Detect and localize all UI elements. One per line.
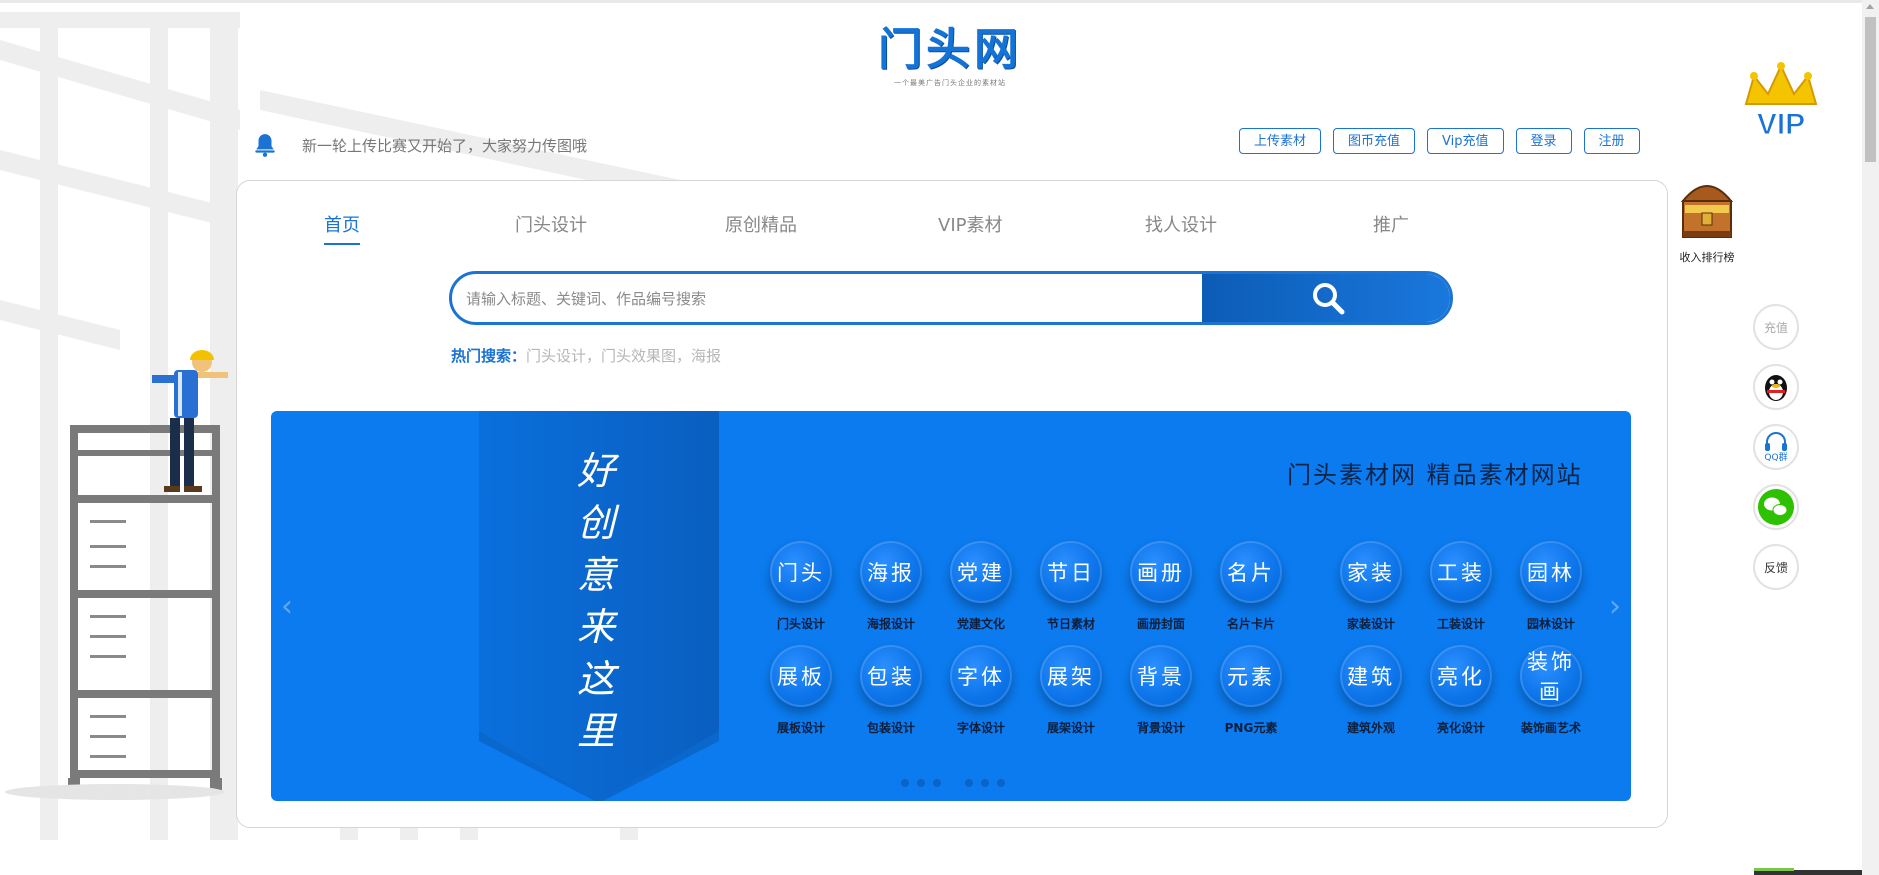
scroll-up-arrow-icon[interactable] xyxy=(1866,4,1874,9)
carousel-dot[interactable] xyxy=(997,779,1005,787)
bottom-toolbar-accent xyxy=(1754,868,1794,871)
vip-badge[interactable]: VIP xyxy=(1738,60,1824,146)
category-circle: 建筑 xyxy=(1340,645,1402,707)
nav-home[interactable]: 首页 xyxy=(324,211,360,245)
category-landscape[interactable]: 园林 园林设计 xyxy=(1496,541,1606,632)
logo-title: 门头网 xyxy=(878,24,1022,75)
category-circle: 党建 xyxy=(950,541,1012,603)
upload-material-button[interactable]: 上传素材 xyxy=(1239,128,1322,154)
nav-vip-materials[interactable]: VIP素材 xyxy=(938,211,1002,237)
carousel-dot[interactable] xyxy=(901,779,909,787)
qq-contact-button[interactable] xyxy=(1753,364,1799,410)
category-circle: 名片 xyxy=(1220,541,1282,603)
announcement-text: 新一轮上传比赛又开始了，大家努力传图哦 xyxy=(302,136,588,155)
category-circle: 海报 xyxy=(860,541,922,603)
category-circle: 园林 xyxy=(1520,541,1582,603)
search-button[interactable] xyxy=(1202,274,1450,322)
category-label: 装饰画艺术 xyxy=(1520,721,1581,735)
category-circle: 亮化 xyxy=(1430,645,1492,707)
carousel-dot[interactable] xyxy=(933,779,941,787)
nav-find-designer[interactable]: 找人设计 xyxy=(1145,211,1217,237)
category-circle: 展板 xyxy=(770,645,832,707)
scrollbar-thumb[interactable] xyxy=(1865,17,1876,162)
category-circle: 背景 xyxy=(1130,645,1192,707)
search-input[interactable] xyxy=(452,274,1218,322)
category-circle: 展架 xyxy=(1040,645,1102,707)
category-label: 园林设计 xyxy=(1526,617,1575,631)
category-circle: 画册 xyxy=(1130,541,1192,603)
vip-recharge-button[interactable]: Vip充值 xyxy=(1427,128,1504,154)
banner-slogan: 门头素材网 精品素材网站 xyxy=(1287,461,1583,489)
category-decorative-painting[interactable]: 装饰画 装饰画艺术 xyxy=(1496,645,1606,736)
treasure-chest-icon xyxy=(1680,185,1734,238)
category-png-elements[interactable]: 元素 PNG元素 xyxy=(1196,645,1306,736)
feedback-label: 反馈 xyxy=(1763,560,1788,575)
category-label: 名片卡片 xyxy=(1226,617,1275,631)
hot-search-label: 热门搜索： xyxy=(451,347,527,365)
nav-storefront-design[interactable]: 门头设计 xyxy=(515,211,587,237)
category-circle: 装饰画 xyxy=(1520,645,1582,707)
qq-group-button[interactable]: QQ群 xyxy=(1753,424,1799,470)
income-ranking[interactable]: 收入排行榜 xyxy=(1672,175,1742,265)
category-circle: 包装 xyxy=(860,645,922,707)
wechat-button[interactable] xyxy=(1753,484,1799,530)
feedback-button[interactable]: 反馈 xyxy=(1753,544,1799,590)
category-business-card[interactable]: 名片 名片卡片 xyxy=(1196,541,1306,632)
category-circle: 门头 xyxy=(770,541,832,603)
qq-penguin-icon xyxy=(1765,375,1787,401)
ribbon-slogan: 好创意来这里 xyxy=(576,449,615,753)
main-nav: 首页 门头设计 原创精品 VIP素材 找人设计 推广 xyxy=(237,211,1667,251)
search-bar xyxy=(449,271,1453,325)
recharge-side-button[interactable]: 充值 xyxy=(1753,304,1799,350)
nav-promotion[interactable]: 推广 xyxy=(1373,211,1409,237)
carousel-pagination xyxy=(901,779,1013,787)
carousel-dot[interactable] xyxy=(917,779,925,787)
crown-icon: VIP xyxy=(1744,62,1818,142)
qq-group-label: QQ群 xyxy=(1764,453,1788,463)
chevron-left-icon[interactable]: ‹ xyxy=(281,589,293,624)
announcement-bar: 新一轮上传比赛又开始了，大家努力传图哦 xyxy=(252,131,587,159)
headset-icon xyxy=(1765,432,1787,451)
nav-original-premium[interactable]: 原创精品 xyxy=(725,211,797,237)
hot-search: 热门搜索：门头设计，门头效果图，海报 xyxy=(451,345,721,366)
recharge-side-label: 充值 xyxy=(1763,320,1788,335)
hot-search-links[interactable]: 门头设计，门头效果图，海报 xyxy=(526,347,721,365)
vip-label: VIP xyxy=(1757,108,1805,141)
category-circle: 节日 xyxy=(1040,541,1102,603)
login-button[interactable]: 登录 xyxy=(1515,128,1572,154)
wechat-icon xyxy=(1758,489,1794,525)
category-label: PNG元素 xyxy=(1224,721,1278,735)
main-panel: 首页 门头设计 原创精品 VIP素材 找人设计 推广 热门搜索：门头设计，门头效… xyxy=(236,180,1668,828)
category-circle: 家装 xyxy=(1340,541,1402,603)
logo-subtitle: 一个最美广告门头企业的素材站 xyxy=(894,79,1006,87)
chevron-right-icon[interactable]: › xyxy=(1609,589,1621,624)
bell-icon xyxy=(255,134,275,157)
account-actions: 上传素材 图币充值 Vip充值 登录 注册 xyxy=(1239,128,1652,154)
carousel-dot[interactable] xyxy=(965,779,973,787)
search-icon xyxy=(1313,283,1345,315)
income-ranking-label: 收入排行榜 xyxy=(1679,251,1735,264)
register-button[interactable]: 注册 xyxy=(1583,128,1640,154)
category-circle: 元素 xyxy=(1220,645,1282,707)
coin-recharge-button[interactable]: 图币充值 xyxy=(1333,128,1416,154)
site-logo[interactable]: 门头网 一个最美广告门头企业的素材站 xyxy=(858,22,1042,88)
carousel-dot[interactable] xyxy=(981,779,989,787)
category-circle: 字体 xyxy=(950,645,1012,707)
hero-banner[interactable]: 好创意来这里 门头素材网 精品素材网站 ‹ › 门头 门头设计 海报 海报设计 党建… xyxy=(271,411,1631,801)
category-circle: 工装 xyxy=(1430,541,1492,603)
